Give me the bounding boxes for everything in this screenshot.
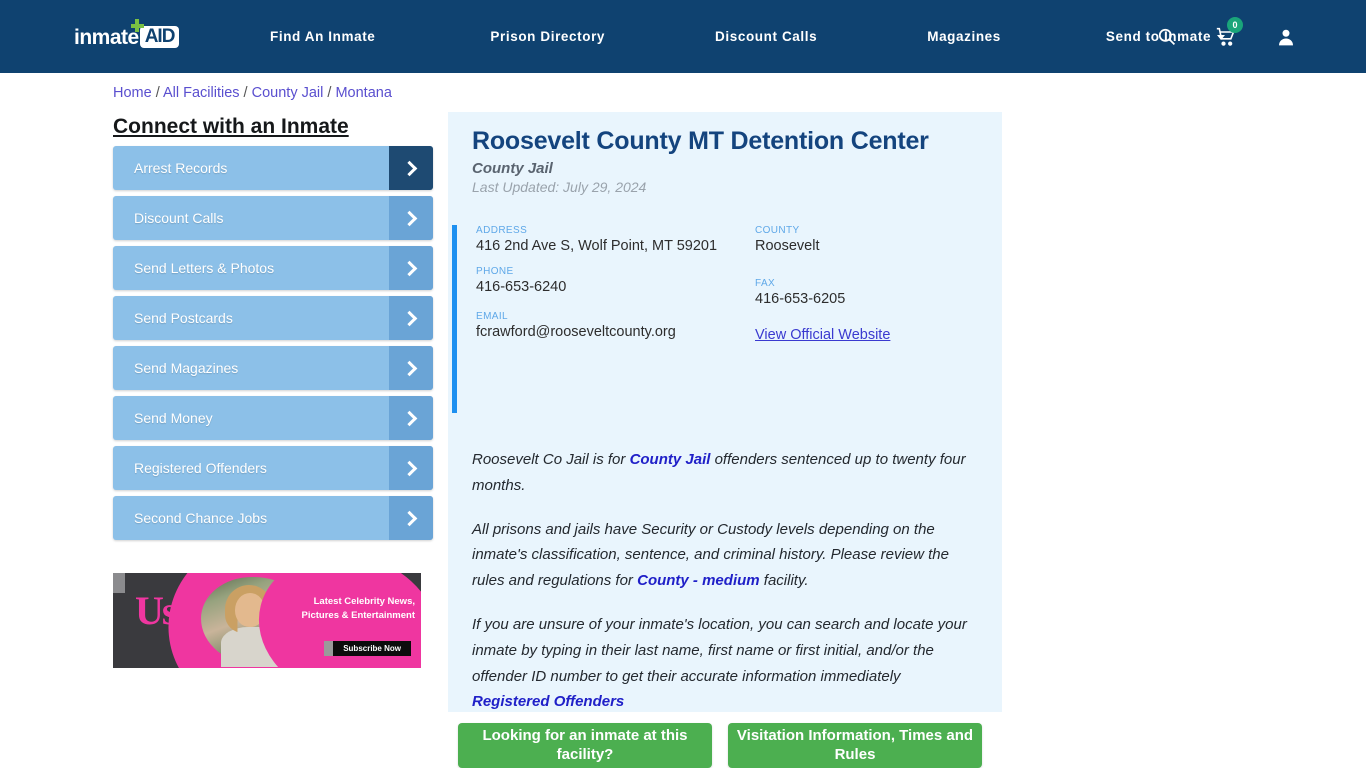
county-label: COUNTY	[755, 225, 800, 236]
last-updated: Last Updated: July 29, 2024	[472, 179, 647, 195]
chevron-right-icon	[389, 496, 433, 540]
chevron-right-icon	[389, 446, 433, 490]
paragraph-2: All prisons and jails have Security or C…	[472, 517, 980, 594]
visitation-info-button[interactable]: Visitation Information, Times and Rules	[728, 723, 982, 768]
action-buttons: Looking for an inmate at this facility? …	[458, 723, 982, 768]
email-field: EMAIL fcrawford@rooseveltcounty.org	[476, 311, 746, 342]
page-title: Roosevelt County MT Detention Center	[472, 127, 929, 155]
search-icon[interactable]	[1157, 27, 1176, 46]
phone-label: PHONE	[476, 265, 514, 277]
breadcrumb-item-all-facilities[interactable]: All Facilities	[163, 85, 240, 101]
breadcrumb-item-montana[interactable]: Montana	[335, 85, 391, 101]
county-field: COUNTY Roosevelt	[755, 225, 985, 256]
fax-label: FAX	[755, 277, 776, 289]
sidebar-item-arrest-records[interactable]: Arrest Records	[113, 146, 433, 190]
sidebar-item-label: Second Chance Jobs	[134, 510, 268, 526]
breadcrumb-separator: /	[151, 85, 163, 101]
facility-contact-block: ADDRESS 416 2nd Ave S, Wolf Point, MT 59…	[452, 225, 998, 413]
breadcrumb-separator: /	[323, 85, 336, 101]
sidebar-item-discount-calls[interactable]: Discount Calls	[113, 196, 433, 240]
facility-card: Roosevelt County MT Detention Center Cou…	[448, 112, 1002, 712]
p2-text-c: facility.	[759, 572, 809, 590]
logo-badge-text: AID	[144, 26, 176, 47]
nav-item-find-an-inmate[interactable]: Find An Inmate	[270, 29, 375, 44]
paragraph-3: If you are unsure of your inmate's locat…	[472, 612, 980, 715]
ad-headline: Latest Celebrity News, Pictures & Entert…	[301, 596, 416, 621]
nav-item-magazines[interactable]: Magazines	[927, 29, 1001, 44]
facility-description: Roosevelt Co Jail is for County Jail off…	[472, 447, 980, 733]
chevron-right-icon	[389, 146, 433, 190]
official-website-link[interactable]: View Official Website	[755, 327, 890, 343]
accent-bar	[452, 225, 457, 413]
find-inmate-button[interactable]: Looking for an inmate at this facility?	[458, 723, 712, 768]
breadcrumb-item-home[interactable]: Home	[113, 85, 152, 101]
nav-item-prison-directory[interactable]: Prison Directory	[490, 29, 605, 44]
advertisement-banner[interactable]: Us Latest Celebrity News, Pictures & Ent…	[113, 573, 421, 668]
breadcrumb-separator: /	[239, 85, 252, 101]
site-header: inmate AID Find An Inmate Prison Directo…	[0, 0, 1366, 73]
logo-text: inmate	[74, 25, 139, 49]
p2-link-county-medium[interactable]: County - medium	[637, 572, 760, 589]
header-icons: 0	[1157, 0, 1296, 73]
sidebar-item-send-letters-photos[interactable]: Send Letters & Photos	[113, 246, 433, 290]
nav-item-discount-calls[interactable]: Discount Calls	[715, 29, 817, 44]
sidebar-item-send-magazines[interactable]: Send Magazines	[113, 346, 433, 390]
email-label: EMAIL	[476, 311, 509, 323]
chevron-right-icon	[389, 396, 433, 440]
chevron-right-icon	[389, 346, 433, 390]
address-field: ADDRESS 416 2nd Ave S, Wolf Point, MT 59…	[476, 225, 746, 256]
sidebar-item-registered-offenders[interactable]: Registered Offenders	[113, 446, 433, 490]
contact-column-right: COUNTY Roosevelt FAX 416-653-6205 View O…	[755, 225, 985, 359]
address-label: ADDRESS	[476, 225, 528, 236]
sidebar-item-send-postcards[interactable]: Send Postcards	[113, 296, 433, 340]
sidebar-item-label: Send Postcards	[134, 310, 233, 326]
user-icon[interactable]	[1276, 27, 1296, 47]
ad-subscribe-button[interactable]: Subscribe Now	[324, 641, 411, 656]
sidebar-item-label: Send Money	[134, 410, 213, 426]
county-value: Roosevelt	[755, 238, 820, 254]
breadcrumb: Home / All Facilities / County Jail / Mo…	[113, 85, 392, 101]
green-plus-icon	[130, 19, 144, 32]
chevron-right-icon	[389, 246, 433, 290]
cart-icon[interactable]: 0	[1216, 16, 1243, 47]
p3-text-a: If you are unsure of your inmate's locat…	[472, 615, 967, 685]
contact-column-left: ADDRESS 416 2nd Ave S, Wolf Point, MT 59…	[476, 225, 746, 357]
fax-field: FAX 416-653-6205	[755, 278, 985, 309]
site-logo[interactable]: inmate AID	[74, 19, 180, 51]
email-value: fcrawford@rooseveltcounty.org	[476, 324, 676, 341]
ad-corner-mark	[113, 573, 125, 593]
cart-count-badge: 0	[1227, 16, 1243, 33]
chevron-right-icon	[389, 296, 433, 340]
address-value: 416 2nd Ave S, Wolf Point, MT 59201	[476, 238, 718, 254]
breadcrumb-item-county-jail[interactable]: County Jail	[252, 85, 324, 101]
facility-type: County Jail	[472, 160, 553, 177]
sidebar-menu: Arrest Records Discount Calls Send Lette…	[113, 146, 433, 546]
chevron-right-icon	[389, 196, 433, 240]
sidebar-item-label: Send Magazines	[134, 360, 239, 376]
sidebar-title: Connect with an Inmate	[113, 115, 349, 138]
phone-field: PHONE 416-653-6240	[476, 266, 746, 297]
sidebar-item-label: Arrest Records	[134, 160, 228, 176]
logo-badge: AID	[130, 19, 180, 48]
sidebar-item-label: Send Letters & Photos	[134, 260, 275, 276]
ad-brand-logo: Us	[135, 588, 177, 633]
paragraph-1: Roosevelt Co Jail is for County Jail off…	[472, 447, 980, 499]
sidebar-item-label: Discount Calls	[134, 210, 224, 226]
sidebar-item-send-money[interactable]: Send Money	[113, 396, 433, 440]
main-nav: Find An Inmate Prison Directory Discount…	[255, 0, 1226, 73]
fax-value: 416-653-6205	[755, 290, 846, 307]
sidebar-item-second-chance-jobs[interactable]: Second Chance Jobs	[113, 496, 433, 540]
sidebar-item-label: Registered Offenders	[134, 460, 267, 476]
website-field: View Official Website	[755, 326, 985, 344]
phone-value: 416-653-6240	[476, 278, 567, 295]
ad-dots-icon	[175, 595, 198, 598]
p1-link-county-jail[interactable]: County Jail	[630, 451, 711, 468]
p1-text-a: Roosevelt Co Jail is for	[472, 451, 630, 468]
p3-link-registered-offenders[interactable]: Registered Offenders	[472, 693, 624, 710]
